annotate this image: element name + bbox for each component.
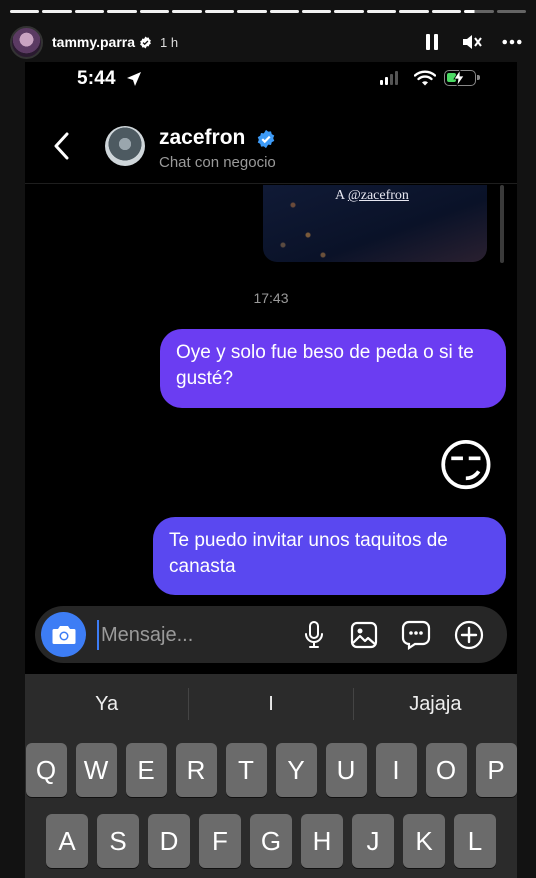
story-user-avatar[interactable] [10, 25, 43, 59]
message-bubble[interactable]: Oye y solo fue beso de peda o si te gust… [160, 329, 506, 408]
progress-segment [269, 10, 299, 13]
key-h[interactable]: H [301, 814, 343, 868]
battery-icon [444, 70, 480, 86]
shared-caption: A @zacefron [335, 188, 409, 203]
scrollbar-thumb[interactable] [500, 185, 504, 263]
key-u[interactable]: U [325, 743, 367, 797]
progress-segment [496, 10, 526, 13]
progress-segment [139, 10, 170, 13]
progress-segment [301, 10, 332, 13]
status-time: 5:44 [77, 68, 116, 89]
predictive-suggestions: Ya I Jajaja [25, 674, 517, 734]
more-options-icon[interactable] [502, 32, 522, 52]
key-p[interactable]: P [475, 743, 517, 797]
phone-screenshot: 5:44 zacefron Chat con negocio A @zacefr… [25, 62, 517, 878]
wifi-icon [414, 70, 436, 86]
suggestion-item[interactable]: Ya [25, 693, 188, 716]
key-l[interactable]: L [454, 814, 496, 868]
gallery-icon[interactable] [348, 619, 380, 651]
progress-segment [334, 10, 364, 13]
key-e[interactable]: E [125, 743, 167, 797]
progress-segment [10, 10, 40, 13]
key-i[interactable]: I [375, 743, 417, 797]
back-chevron-icon[interactable] [53, 132, 77, 160]
verified-badge-icon [140, 36, 151, 48]
progress-segment [74, 10, 105, 13]
sticker-chat-icon[interactable] [400, 619, 432, 651]
key-s[interactable]: S [97, 814, 139, 868]
progress-segment [42, 10, 72, 13]
chat-header: zacefron Chat con negocio [25, 108, 517, 184]
mute-icon[interactable] [462, 32, 482, 52]
smirking-face-emoji[interactable]: 😏 [433, 433, 499, 499]
on-screen-keyboard: Ya I Jajaja Q W E R T Y U I O P A S D F … [25, 674, 517, 878]
key-d[interactable]: D [148, 814, 190, 868]
story-progress-bar [10, 10, 526, 13]
contact-name[interactable]: zacefron [159, 126, 245, 150]
suggestion-item[interactable]: I [189, 693, 352, 716]
progress-segment [107, 10, 137, 13]
progress-segment [172, 10, 202, 13]
cellular-signal-icon [380, 71, 398, 85]
key-k[interactable]: K [403, 814, 445, 868]
camera-button[interactable] [41, 612, 86, 657]
key-g[interactable]: G [250, 814, 292, 868]
story-header: tammy.parra 1 h [10, 25, 522, 59]
key-y[interactable]: Y [275, 743, 317, 797]
story-time: 1 h [160, 34, 179, 50]
suggestion-item[interactable]: Jajaja [354, 693, 517, 716]
key-o[interactable]: O [425, 743, 467, 797]
key-q[interactable]: Q [25, 743, 67, 797]
location-arrow-icon [127, 72, 141, 86]
progress-segment [204, 10, 235, 13]
camera-icon [52, 625, 75, 644]
add-plus-icon[interactable] [453, 619, 485, 651]
progress-segment [366, 10, 397, 13]
progress-segment [237, 10, 267, 13]
progress-segment-current [464, 10, 494, 13]
key-r[interactable]: R [175, 743, 217, 797]
pause-icon[interactable] [422, 32, 442, 52]
contact-subtitle: Chat con negocio [159, 154, 276, 171]
key-f[interactable]: F [199, 814, 241, 868]
story-username[interactable]: tammy.parra [52, 34, 135, 50]
key-a[interactable]: A [46, 814, 88, 868]
keyboard-row-1: Q W E R T Y U I O P [25, 743, 517, 797]
status-bar: 5:44 [25, 62, 517, 98]
message-composer [35, 606, 507, 663]
key-w[interactable]: W [75, 743, 117, 797]
microphone-icon[interactable] [298, 619, 330, 651]
message-timestamp: 17:43 [253, 290, 289, 306]
message-input[interactable] [97, 620, 287, 650]
message-bubble[interactable]: Te puedo invitar unos taquitos de canast… [153, 517, 506, 595]
keyboard-row-2: A S D F G H J K L [25, 814, 517, 868]
shared-media-card[interactable]: A @zacefron [263, 185, 487, 262]
verified-badge-icon [257, 129, 275, 149]
key-t[interactable]: T [225, 743, 267, 797]
progress-segment [431, 10, 462, 13]
key-j[interactable]: J [352, 814, 394, 868]
progress-segment [399, 10, 429, 13]
contact-avatar[interactable] [105, 126, 145, 166]
